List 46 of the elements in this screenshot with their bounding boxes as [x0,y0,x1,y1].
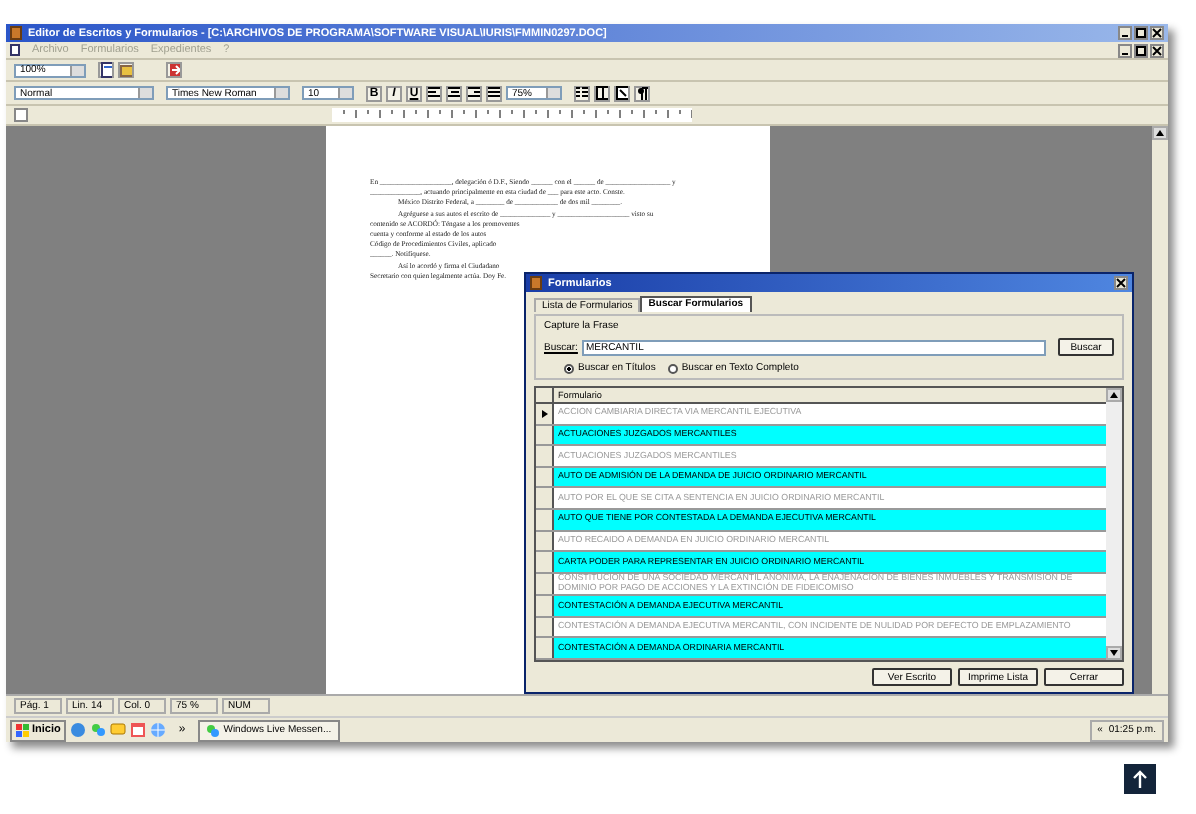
list-icon[interactable] [574,85,590,101]
calendar-icon[interactable] [130,722,147,738]
close-button[interactable] [1114,276,1128,290]
row-selector[interactable] [536,446,554,466]
table-icon[interactable] [594,85,610,101]
close-button[interactable] [1150,26,1164,40]
row-selector[interactable] [536,467,554,487]
exit-icon[interactable] [166,62,182,78]
close-icon [1152,45,1162,55]
people-icon [205,723,220,737]
scrollbar[interactable] [1152,126,1168,694]
row-selector[interactable] [536,552,554,572]
current-row-icon [541,409,547,418]
row-selector[interactable] [536,509,554,530]
row-selector[interactable] [536,404,554,424]
windows-logo-icon [16,723,30,737]
minimize-button[interactable] [1118,43,1132,57]
document-icon [10,44,20,56]
align-center-icon[interactable] [446,85,462,101]
down-arrow-icon[interactable] [1110,650,1118,656]
row-selector[interactable] [536,531,554,551]
up-arrow-icon[interactable] [1110,392,1118,398]
page-icon[interactable] [98,62,114,78]
row-selector[interactable] [536,573,554,595]
row-selector[interactable] [536,596,554,616]
tab-stop-icon[interactable] [14,108,28,122]
row-selector[interactable] [536,488,554,508]
browser-icon[interactable] [70,722,87,738]
close-button[interactable] [1150,43,1164,57]
up-arrow-icon[interactable] [1156,130,1164,136]
row-selector[interactable] [536,617,554,637]
paragraph-icon[interactable] [634,85,650,101]
align-right-icon[interactable] [466,85,482,101]
row-selector[interactable] [536,638,554,658]
minimize-button[interactable] [1118,26,1132,40]
justify-icon[interactable] [486,85,502,101]
align-left-icon[interactable] [426,85,442,101]
folder-icon[interactable] [118,62,134,78]
scrollbar[interactable] [1106,388,1122,660]
close-icon [1152,28,1162,38]
up-arrow-icon [1132,770,1148,788]
row-selector[interactable] [536,425,554,445]
app-icon [530,276,542,290]
app-icon [10,26,22,40]
scroll-to-top-button[interactable] [1124,764,1156,794]
image-icon[interactable] [614,85,630,101]
